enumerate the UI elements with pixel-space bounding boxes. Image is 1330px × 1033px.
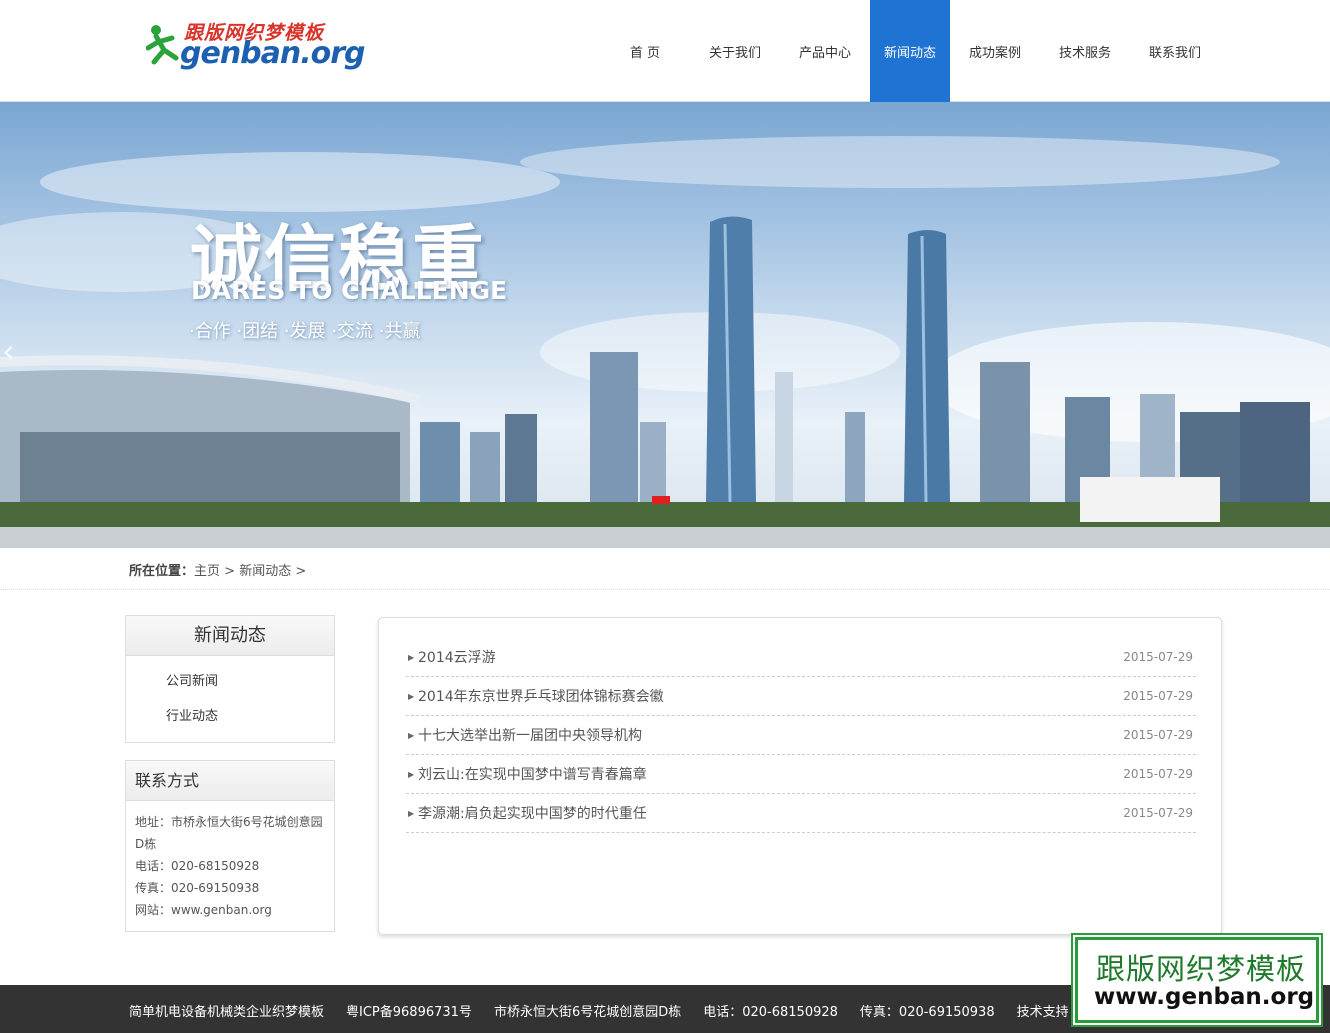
sidebar-item-company-news[interactable]: 公司新闻: [126, 664, 334, 699]
banner-slogan-english: DARES TO CHALLENGE: [191, 276, 508, 305]
list-item[interactable]: ▶ 刘云山:在实现中国梦中谱写青春篇章 2015-07-29: [406, 755, 1196, 794]
breadcrumb-separator: >: [291, 564, 307, 579]
breadcrumb-label: 所在位置：: [129, 564, 195, 579]
footer-icp[interactable]: 粤ICP备96896731号: [346, 1001, 472, 1020]
contact-address: 地址：市桥永恒大街6号花城创意园D栋: [135, 815, 323, 851]
list-item[interactable]: ▶ 十七大选举出新一届团中央领导机构 2015-07-29: [406, 716, 1196, 755]
footer-fax: 传真：020-69150938: [859, 1005, 995, 1020]
chevron-left-icon[interactable]: ‹: [2, 332, 15, 370]
hero-banner: 诚信稳重 DARES TO CHALLENGE ·合作 ·团结 ·发展 ·交流 …: [0, 102, 1330, 548]
footer-site-name: 简单机电设备机械类企业织梦模板: [129, 1005, 325, 1020]
news-list: ▶ 2014云浮游 2015-07-29 ▶ 2014年东京世界乒乓球团体锦标赛…: [406, 638, 1196, 833]
nav-about[interactable]: 关于我们: [690, 0, 780, 102]
news-date: 2015-07-29: [1123, 689, 1193, 703]
contact-phone: 电话：020-68150928: [135, 859, 260, 873]
bullet-icon: ▶: [408, 652, 415, 662]
site-logo[interactable]: 跟版网织梦模板 genban.org: [146, 18, 366, 78]
watermark-url: www.genban.org: [1094, 984, 1315, 1010]
news-title[interactable]: 十七大选举出新一届团中央领导机构: [418, 725, 1123, 745]
list-item[interactable]: ▶ 李源潮:肩负起实现中国梦的时代重任 2015-07-29: [406, 794, 1196, 833]
news-title[interactable]: 2014年东京世界乒乓球团体锦标赛会徽: [418, 686, 1123, 706]
news-title[interactable]: 李源潮:肩负起实现中国梦的时代重任: [418, 803, 1123, 823]
news-date: 2015-07-29: [1123, 767, 1193, 781]
news-category-title: 新闻动态: [126, 616, 334, 656]
bullet-icon: ▶: [408, 769, 415, 779]
contact-panel: 联系方式 地址：市桥永恒大街6号花城创意园D栋 电话：020-68150928 …: [125, 760, 335, 932]
footer-address: 市桥永恒大街6号花城创意园D栋: [493, 1005, 682, 1020]
nav-products[interactable]: 产品中心: [780, 0, 870, 102]
news-date: 2015-07-29: [1123, 806, 1193, 820]
nav-contact[interactable]: 联系我们: [1130, 0, 1220, 102]
runner-icon: [146, 25, 179, 65]
footer-phone: 电话：020-68150928: [703, 1005, 838, 1020]
banner-slogan-values: ·合作 ·团结 ·发展 ·交流 ·共赢: [189, 321, 421, 342]
nav-home[interactable]: 首 页: [600, 0, 690, 102]
contact-title: 联系方式: [126, 761, 334, 801]
site-header: 跟版网织梦模板 genban.org 首 页 关于我们 产品中心 新闻动态 成功…: [0, 0, 1330, 102]
bullet-icon: ▶: [408, 730, 415, 740]
news-date: 2015-07-29: [1123, 728, 1193, 742]
watermark-chinese: 跟版网织梦模板: [1096, 952, 1307, 986]
news-date: 2015-07-29: [1123, 650, 1193, 664]
sidebar-item-industry-news[interactable]: 行业动态: [126, 699, 334, 734]
contact-fax: 传真：020-69150938: [135, 881, 260, 895]
nav-cases[interactable]: 成功案例: [950, 0, 1040, 102]
logo-english-text: genban.org: [180, 36, 366, 71]
breadcrumb-home-link[interactable]: 主页: [194, 564, 220, 579]
watermark-badge: 跟版网织梦模板 www.genban.org: [1073, 935, 1321, 1025]
nav-services[interactable]: 技术服务: [1040, 0, 1130, 102]
nav-news[interactable]: 新闻动态: [870, 0, 950, 102]
contact-website: 网站：www.genban.org: [135, 903, 272, 917]
breadcrumb: 所在位置：主页 > 新闻动态 >: [129, 560, 306, 579]
bullet-icon: ▶: [408, 808, 415, 818]
breadcrumb-current-link[interactable]: 新闻动态: [239, 564, 291, 579]
news-title[interactable]: 2014云浮游: [418, 647, 1123, 667]
news-category-panel: 新闻动态 公司新闻 行业动态: [125, 615, 335, 743]
main-nav: 首 页 关于我们 产品中心 新闻动态 成功案例 技术服务 联系我们: [600, 0, 1220, 102]
list-item[interactable]: ▶ 2014云浮游 2015-07-29: [406, 638, 1196, 677]
breadcrumb-bar: 所在位置：主页 > 新闻动态 >: [0, 548, 1330, 590]
news-title[interactable]: 刘云山:在实现中国梦中谱写青春篇章: [418, 764, 1123, 784]
list-item[interactable]: ▶ 2014年东京世界乒乓球团体锦标赛会徽 2015-07-29: [406, 677, 1196, 716]
breadcrumb-separator: >: [220, 564, 240, 579]
bullet-icon: ▶: [408, 691, 415, 701]
news-list-panel: ▶ 2014云浮游 2015-07-29 ▶ 2014年东京世界乒乓球团体锦标赛…: [378, 617, 1222, 935]
